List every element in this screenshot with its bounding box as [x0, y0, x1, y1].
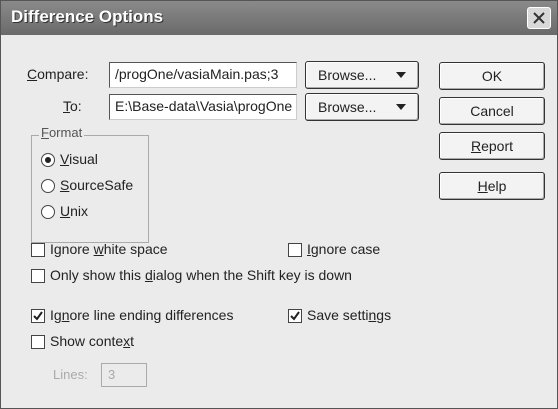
sourcesafe-label[interactable]: SourceSafe — [60, 177, 133, 193]
ignore-case-checkbox[interactable] — [288, 243, 302, 257]
save-settings-label[interactable]: Save settings — [307, 307, 391, 323]
close-button[interactable] — [527, 7, 551, 29]
show-context-checkbox[interactable] — [31, 335, 45, 349]
ignore-white-space-checkbox[interactable] — [31, 243, 45, 257]
ignore-line-endings-checkbox[interactable] — [31, 309, 45, 323]
compare-label: Compare: — [27, 66, 89, 82]
checkmark-icon — [33, 311, 43, 321]
save-settings-checkbox[interactable] — [288, 309, 302, 323]
show-context-label[interactable]: Show context — [50, 333, 134, 349]
compare-browse-button[interactable]: Browse... — [305, 61, 419, 89]
ok-button[interactable]: OK — [439, 62, 545, 90]
unix-label[interactable]: Unix — [60, 203, 88, 219]
sourcesafe-radio[interactable] — [41, 179, 55, 193]
close-icon — [533, 12, 545, 24]
title-bar[interactable]: Difference Options — [1, 1, 557, 35]
difference-options-dialog: Difference Options Compare: /progOne/vas… — [0, 0, 558, 409]
only-show-dialog-checkbox[interactable] — [31, 269, 45, 283]
unix-radio[interactable] — [41, 205, 55, 219]
report-button[interactable]: Report — [439, 132, 545, 160]
checkmark-icon — [290, 311, 300, 321]
format-group-title: Format — [39, 125, 85, 140]
only-show-dialog-label[interactable]: Only show this dialog when the Shift key… — [50, 267, 352, 283]
to-field[interactable]: E:\Base-data\Vasia\progOne — [109, 94, 297, 120]
ignore-line-endings-label[interactable]: Ignore line ending differences — [50, 307, 233, 323]
to-label: To: — [63, 98, 82, 114]
visual-radio[interactable] — [41, 153, 55, 167]
lines-field: 3 — [101, 363, 147, 387]
dropdown-arrow-icon — [396, 104, 406, 110]
dropdown-arrow-icon — [396, 72, 406, 78]
visual-label[interactable]: Visual — [60, 151, 98, 167]
to-browse-button[interactable]: Browse... — [305, 93, 419, 121]
help-button[interactable]: Help — [439, 172, 545, 200]
dialog-title: Difference Options — [11, 7, 164, 26]
ignore-white-space-label[interactable]: Ignore white space — [50, 241, 168, 257]
lines-label: Lines: — [53, 367, 88, 382]
ignore-case-label[interactable]: Ignore case — [307, 241, 380, 257]
compare-field[interactable]: /progOne/vasiaMain.pas;3 — [109, 62, 297, 88]
cancel-button[interactable]: Cancel — [439, 97, 545, 125]
